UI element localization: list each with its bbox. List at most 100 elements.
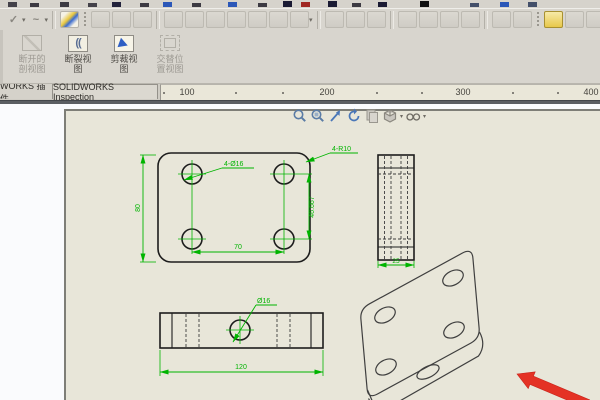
break-view-icon: (( bbox=[68, 34, 88, 52]
dim-hole-h-spacing[interactable]: 70 bbox=[234, 244, 242, 251]
crop-view-button[interactable]: 剪裁视图 bbox=[101, 33, 147, 81]
tab-solidworks-inspection[interactable]: SOLIDWORKS Inspection bbox=[52, 82, 158, 102]
projected-view-icon[interactable] bbox=[112, 11, 132, 28]
clipped-icon bbox=[283, 1, 292, 7]
ruler-tick bbox=[557, 92, 559, 94]
spline-tool-icon[interactable]: ~ bbox=[28, 12, 45, 27]
toolbar-separator bbox=[156, 10, 161, 29]
crop-view-icon bbox=[114, 34, 134, 52]
auxiliary-view-icon[interactable] bbox=[133, 11, 153, 28]
tab-solidworks-plugins[interactable]: WORKS 插件 bbox=[0, 84, 54, 99]
clipped-icon bbox=[228, 2, 237, 7]
clipped-icon bbox=[301, 2, 310, 7]
ruler-tick bbox=[512, 92, 514, 94]
clipped-icon bbox=[500, 2, 509, 7]
ruler-tick bbox=[235, 92, 237, 94]
toolbar-separator bbox=[316, 10, 321, 29]
isometric-view[interactable] bbox=[360, 250, 484, 400]
break-view-button[interactable]: (( 断裂视图 bbox=[55, 33, 101, 81]
empty-view-icon[interactable] bbox=[269, 11, 289, 28]
ruler-number: 300 bbox=[455, 87, 471, 97]
model-items-icon[interactable] bbox=[345, 11, 365, 28]
toolbar-row3: 断开的 剖视图((断裂视图剪裁视图交替位 置视图 bbox=[0, 30, 600, 84]
toolbar-separator bbox=[83, 11, 88, 28]
button-label: 交替位 bbox=[156, 54, 184, 64]
button-label: 断开的 bbox=[18, 54, 46, 64]
front-view[interactable]: 4-Ø16 4-R10 80 46.667 70 bbox=[135, 146, 358, 263]
update-view-icon[interactable] bbox=[366, 11, 386, 28]
clipped-icon bbox=[140, 3, 149, 7]
dropdown-caret[interactable]: ▾ bbox=[309, 16, 313, 24]
red-arrow bbox=[516, 371, 591, 400]
magnetic-line-icon[interactable] bbox=[439, 11, 459, 28]
ruler-tick bbox=[163, 92, 165, 94]
top-view[interactable]: Ø16 120 bbox=[159, 298, 324, 376]
clipped-icon bbox=[528, 2, 537, 7]
ruler-tick bbox=[376, 92, 378, 94]
clipped-icon bbox=[420, 1, 429, 7]
side-view[interactable]: 25 bbox=[377, 154, 415, 268]
clipped-icon bbox=[352, 3, 361, 7]
clipped-icon bbox=[112, 2, 121, 7]
dropdown-caret[interactable]: ▾ bbox=[22, 16, 26, 24]
predefined-view-icon[interactable] bbox=[290, 11, 310, 28]
aligned-section-view-icon[interactable] bbox=[185, 11, 205, 28]
clipped-icon bbox=[378, 2, 387, 7]
clipped-icon bbox=[258, 3, 267, 7]
horizontal-ruler: 100 200 300 400 bbox=[160, 84, 600, 100]
model-view-icon[interactable] bbox=[91, 11, 111, 28]
toolbar-separator bbox=[389, 10, 394, 29]
alternate-position-button[interactable]: 交替位 置视图 bbox=[147, 33, 193, 81]
button-label: 图 bbox=[119, 64, 129, 74]
table-icon[interactable] bbox=[491, 11, 511, 28]
dim-hole-v-spacing[interactable]: 46.667 bbox=[309, 196, 316, 218]
button-label: 置视图 bbox=[156, 64, 184, 74]
toolbar-separator bbox=[52, 10, 57, 29]
broken-out-section-icon bbox=[22, 35, 42, 51]
dropdown-caret[interactable]: ▾ bbox=[45, 16, 49, 24]
graphics-area[interactable]: ▾ ▾ 4-Ø16 4-R10 80 46.667 70 25 Ø16 120 bbox=[0, 104, 600, 400]
clipped-icon bbox=[328, 1, 337, 7]
button-label: 图 bbox=[73, 64, 83, 74]
relative-view-icon[interactable] bbox=[227, 11, 247, 28]
ruler-number: 100 bbox=[179, 87, 195, 97]
ruler-tick bbox=[282, 92, 284, 94]
dim-plate-length[interactable]: 120 bbox=[235, 364, 247, 371]
standard-3view-icon[interactable] bbox=[324, 11, 344, 28]
balloon-icon[interactable] bbox=[397, 11, 417, 28]
broken-out-section-button[interactable]: 断开的 剖视图 bbox=[9, 33, 55, 81]
clipped-toolbar-row bbox=[0, 0, 600, 8]
ruler-number: 400 bbox=[583, 87, 599, 97]
section-view-icon[interactable] bbox=[164, 11, 184, 28]
button-label: 剪裁视 bbox=[110, 54, 138, 64]
ruler-number: 200 bbox=[319, 87, 335, 97]
button-label: 剖视图 bbox=[18, 64, 46, 74]
clipped-icon bbox=[60, 2, 69, 7]
section-line-icon[interactable] bbox=[60, 11, 80, 28]
dimension-tool-icon[interactable]: ✓ bbox=[5, 12, 22, 27]
clipped-icon bbox=[192, 3, 201, 7]
dim-thickness[interactable]: 25 bbox=[392, 258, 400, 265]
dim-holes-callout[interactable]: 4-Ø16 bbox=[224, 161, 244, 168]
sheet-properties-icon[interactable] bbox=[564, 11, 584, 28]
standard-view-icon[interactable] bbox=[248, 11, 268, 28]
drawing-views-canvas: 4-Ø16 4-R10 80 46.667 70 25 Ø16 120 bbox=[135, 146, 591, 400]
clipped-icon bbox=[163, 2, 172, 7]
auto-balloon-icon[interactable] bbox=[418, 11, 438, 28]
detail-view-icon[interactable] bbox=[206, 11, 226, 28]
toolbar-separator bbox=[535, 11, 540, 28]
tab-bar: WORKS 插件 SOLIDWORKS Inspection 100 200 300… bbox=[0, 82, 600, 102]
dim-plate-height[interactable]: 80 bbox=[135, 204, 142, 212]
clipped-icon bbox=[470, 3, 479, 7]
no-symbol-icon[interactable] bbox=[460, 11, 480, 28]
clipped-icon bbox=[30, 3, 39, 7]
dim-center-hole[interactable]: Ø16 bbox=[257, 298, 270, 305]
clipped-icon bbox=[8, 2, 17, 7]
new-sheet-icon[interactable] bbox=[543, 11, 563, 28]
toolbar-row2: ✓▾~▾▾⇅G bbox=[0, 8, 600, 30]
alternate-position-icon bbox=[160, 35, 180, 51]
revision-table-icon[interactable] bbox=[512, 11, 532, 28]
sheet-format-icon[interactable] bbox=[585, 11, 600, 28]
button-label: 断裂视 bbox=[64, 54, 92, 64]
dim-fillet-callout[interactable]: 4-R10 bbox=[332, 146, 351, 153]
